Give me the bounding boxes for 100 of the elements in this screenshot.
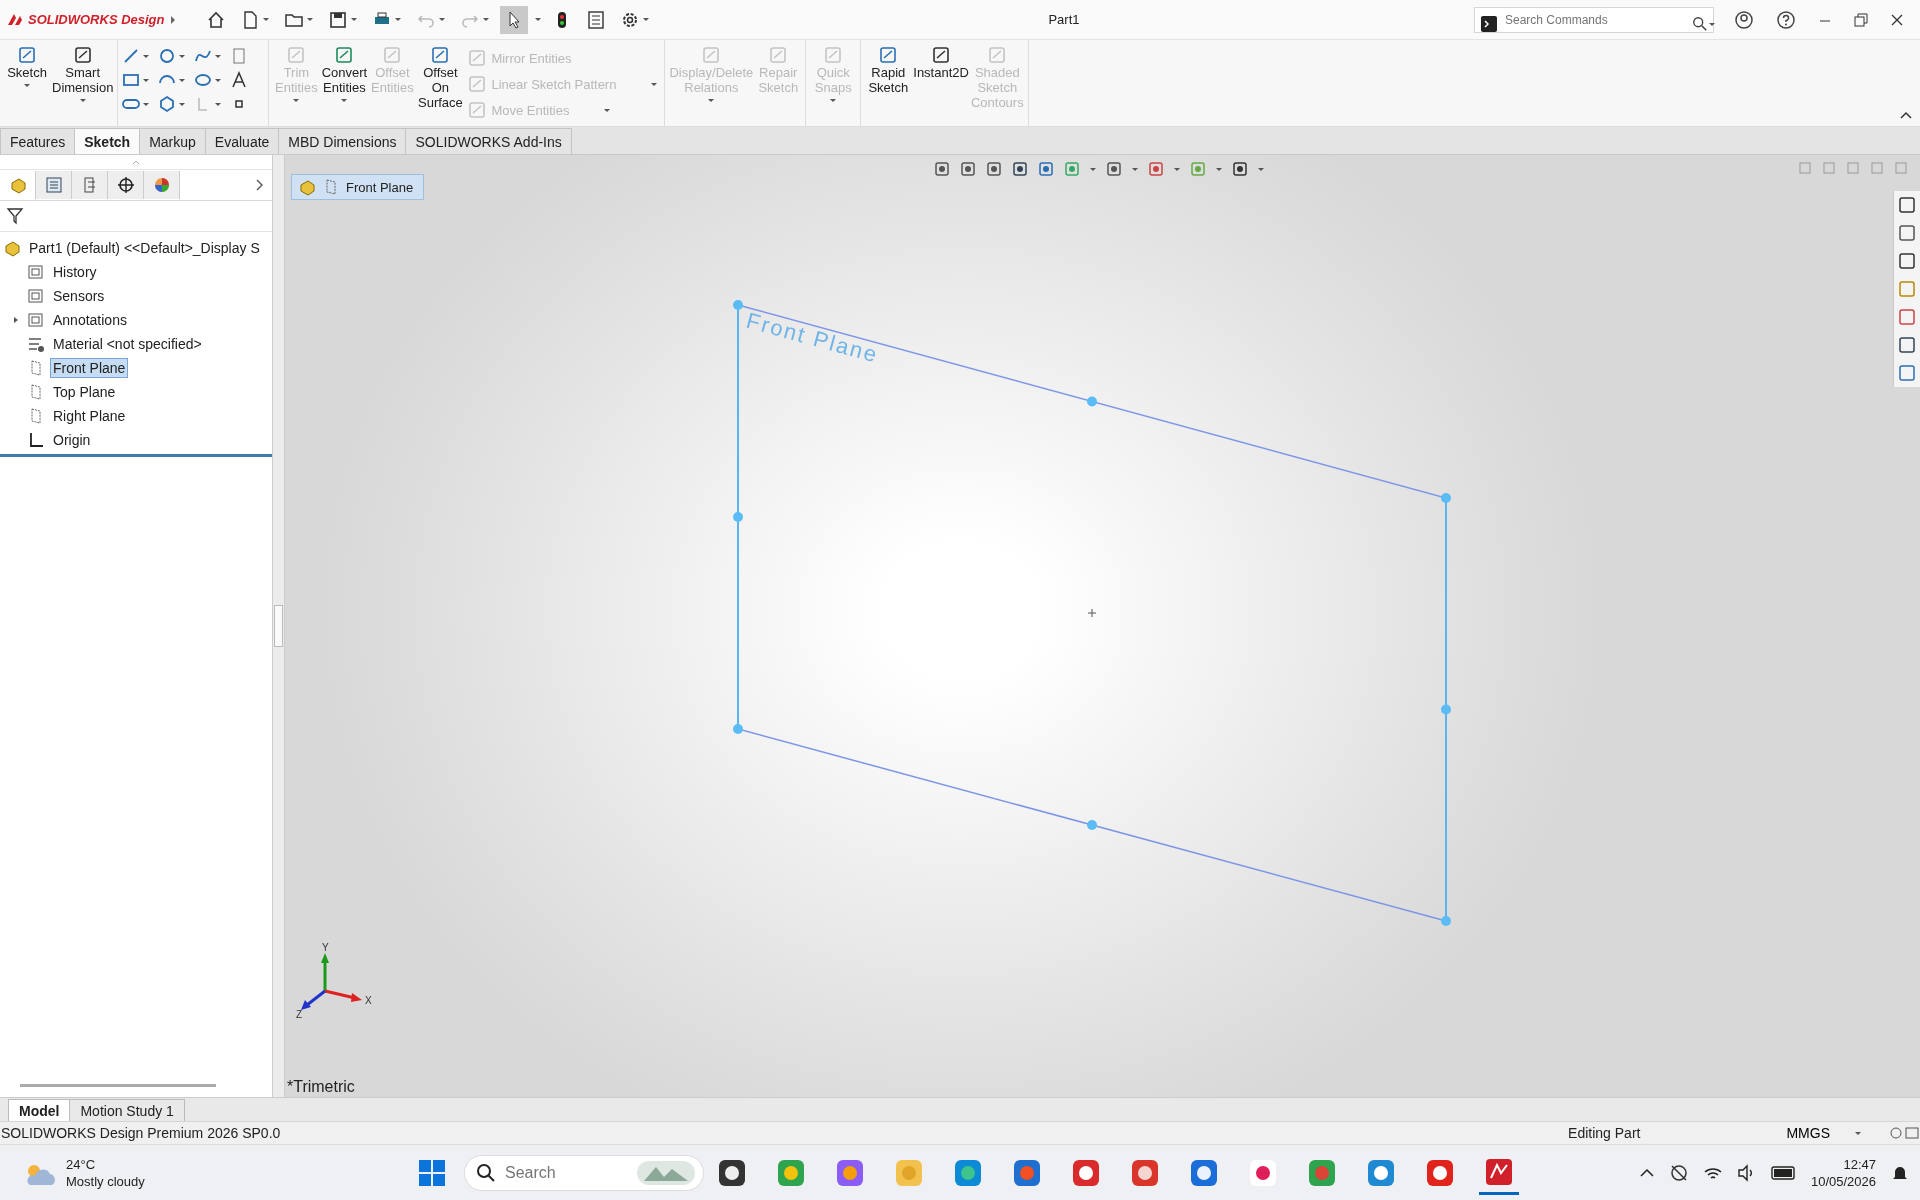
caret-icon[interactable] [1089, 166, 1097, 172]
plane-label: Front Plane [743, 307, 882, 368]
tree-item[interactable]: Annotations [0, 308, 134, 332]
caret-icon[interactable] [1708, 21, 1716, 27]
caret-icon[interactable] [214, 77, 223, 83]
caret-icon[interactable] [142, 101, 151, 107]
ribbon-tool-button[interactable]: Convert Entities [321, 43, 368, 105]
tree-item[interactable]: Material <not specified> [0, 332, 209, 356]
folder-icon [27, 263, 45, 281]
caret-icon[interactable] [394, 17, 402, 22]
property-tab[interactable] [36, 171, 72, 199]
caret-icon[interactable] [1257, 166, 1265, 172]
chevron-right-icon[interactable] [255, 179, 264, 191]
origin-marker [1087, 608, 1097, 618]
polygon-icon[interactable] [158, 95, 177, 113]
tree-item[interactable]: Origin [0, 428, 98, 452]
part-icon [3, 239, 21, 257]
filter-icon[interactable] [6, 207, 24, 225]
weather-condition: Mostly cloudy [66, 1173, 145, 1190]
text-icon[interactable] [230, 71, 249, 89]
tool-icon [701, 45, 722, 65]
caret-icon[interactable] [1173, 166, 1181, 172]
tool-icon [878, 45, 899, 65]
list-icon [44, 176, 63, 194]
tree-item[interactable]: Front Plane [0, 356, 133, 380]
caret-icon[interactable] [262, 17, 270, 22]
caret-icon[interactable] [178, 77, 187, 83]
expand-icon[interactable] [13, 316, 19, 324]
tool-icon [467, 48, 488, 68]
battery-icon[interactable] [1770, 1163, 1797, 1183]
tool-icon [286, 45, 307, 65]
part-icon [298, 178, 316, 196]
caret-icon[interactable] [438, 17, 446, 22]
scrollbar[interactable] [20, 1084, 216, 1087]
user-icon[interactable] [1734, 9, 1754, 30]
appearance-tab[interactable] [144, 171, 180, 199]
ellipse-icon[interactable] [194, 71, 213, 89]
clock-time[interactable]: 12:47 [1843, 1156, 1876, 1173]
tree-item[interactable]: History [0, 260, 104, 284]
caret-icon[interactable] [214, 53, 223, 59]
rebuild-icon[interactable] [1888, 1125, 1904, 1141]
caret-icon[interactable] [142, 77, 151, 83]
caret-icon[interactable] [142, 53, 151, 59]
splitter-handle[interactable] [274, 605, 283, 647]
status-text: SOLIDWORKS Design Premium 2026 SP0.0 [1, 1125, 281, 1141]
model-tab[interactable]: Model [8, 1099, 71, 1121]
caret-icon[interactable] [214, 101, 223, 107]
tool-icon [430, 45, 451, 65]
tree-item[interactable]: Part1 (Default) <<Default>_Display S [26, 238, 263, 258]
ribbon-tool-button[interactable]: Instant2D [913, 43, 969, 82]
view-name: *Trimetric [287, 1078, 355, 1096]
ribbon-tab[interactable]: Sketch [74, 128, 141, 154]
ribbon-tab[interactable]: Features [0, 128, 76, 154]
pointer-button[interactable] [500, 5, 528, 34]
ribbon-tool-button[interactable]: Sketch [4, 43, 50, 90]
ribbon-tool-button[interactable]: Offset On Surface [417, 43, 464, 112]
caret-icon[interactable] [23, 83, 31, 88]
circle-icon[interactable] [158, 47, 177, 65]
tool-icon [931, 45, 952, 65]
line-icon[interactable] [122, 47, 141, 65]
model-tab[interactable]: Motion Study 1 [69, 1099, 185, 1121]
breadcrumb[interactable]: Front Plane [291, 174, 425, 200]
caret-icon[interactable] [1215, 166, 1223, 172]
search-icon[interactable] [476, 1163, 496, 1183]
ribbon-tool-button[interactable]: Rapid Sketch [865, 43, 912, 97]
ribbon-tab[interactable]: SOLIDWORKS Add-Ins [405, 128, 572, 154]
rectangle-icon[interactable] [122, 71, 141, 89]
search-icon[interactable] [1692, 15, 1708, 32]
caret-icon[interactable] [1131, 166, 1139, 172]
clock-date[interactable]: 10/05/2026 [1810, 1173, 1876, 1190]
search-field[interactable]: Search Commands [1474, 6, 1714, 33]
caret-icon[interactable] [178, 101, 187, 107]
help-icon[interactable] [1776, 9, 1796, 30]
dimxpert-tab[interactable] [108, 171, 144, 199]
caret-icon[interactable] [306, 17, 314, 22]
units-dropdown[interactable]: MMGS [1780, 1124, 1868, 1142]
collapse-icon[interactable] [1900, 111, 1912, 120]
caret-icon[interactable] [534, 17, 542, 22]
tree-item[interactable]: Top Plane [0, 380, 123, 404]
status-mode: Editing Part [1568, 1125, 1641, 1141]
tree-item[interactable]: Right Plane [0, 404, 133, 428]
folder-icon[interactable] [1897, 251, 1917, 271]
caret-icon[interactable] [1854, 1130, 1862, 1136]
caret-icon[interactable] [350, 17, 358, 22]
sync-off-icon[interactable] [1668, 1163, 1689, 1183]
part-icon [8, 176, 27, 194]
crosshair-icon [116, 176, 135, 194]
grip-icon[interactable] [132, 159, 140, 165]
caret-icon[interactable] [482, 17, 490, 22]
tree-item[interactable]: Sensors [0, 284, 112, 308]
expand-arrow-icon[interactable] [168, 14, 177, 25]
ribbon-tool-button[interactable]: Smart Dimension [52, 43, 114, 105]
caret-icon[interactable] [178, 53, 187, 59]
caret-icon[interactable] [340, 98, 349, 103]
caret-icon[interactable] [642, 17, 650, 22]
save-icon [328, 9, 348, 30]
caret-icon[interactable] [78, 98, 87, 103]
tool-icon [467, 74, 488, 94]
tool-icon [768, 45, 789, 65]
windows-icon [416, 1157, 448, 1189]
